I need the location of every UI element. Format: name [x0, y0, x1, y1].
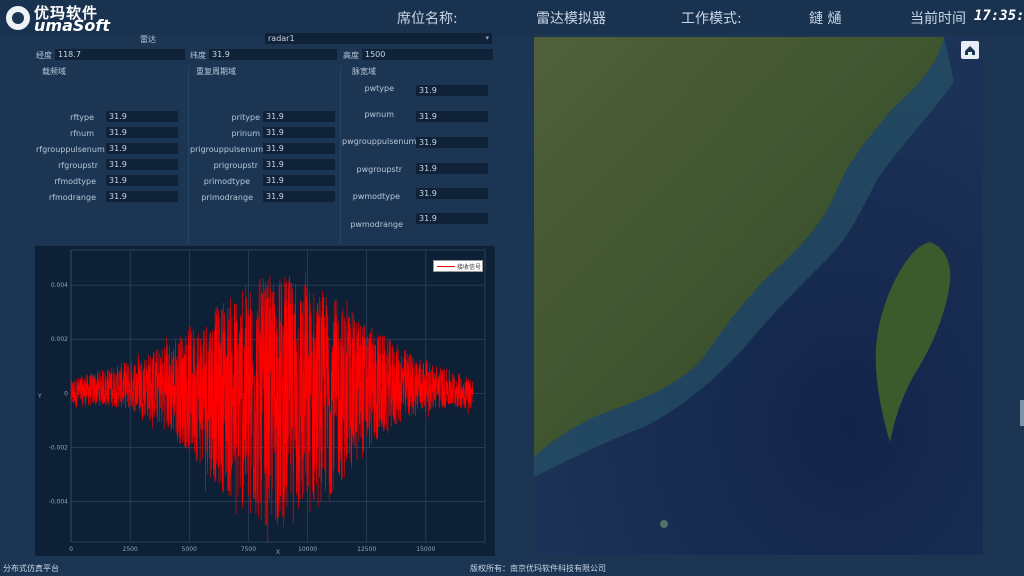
signal-chart-canvas: 0.004 0.002 0 -0.002 -0.004 0 2500 5000 7500 100…	[37, 249, 486, 556]
y-tick-label: 0	[64, 390, 68, 397]
pw-field-label: pwmodrange	[350, 220, 403, 229]
rf-field-label: rfnum	[69, 129, 94, 138]
rf-field-value[interactable]: 31.9	[106, 143, 178, 154]
map-imagery	[534, 37, 983, 555]
y-tick-label: -0.004	[49, 498, 69, 505]
x-tick-label: 2500	[123, 546, 138, 553]
pri-field-value[interactable]: 31.9	[263, 191, 335, 202]
radar-label: 雷达	[140, 35, 156, 44]
x-axis-label: X	[276, 549, 280, 556]
x-tick-label: 5000	[182, 546, 197, 553]
clock-display: 17:35:28	[974, 8, 1024, 24]
pw-field-label: pwtype	[364, 84, 395, 93]
x-tick-label: 12500	[357, 546, 376, 553]
radar-select-value: radar1	[268, 34, 295, 43]
pw-field-value[interactable]: 31.9	[416, 213, 488, 224]
longitude-label: 经度	[36, 51, 52, 60]
rf-field-label: rfmodtype	[54, 177, 96, 186]
logo-text-en: umaSoft	[34, 16, 110, 35]
mode-value: 鏈 熥	[809, 11, 842, 27]
pw-field-value[interactable]: 31.9	[416, 188, 488, 199]
rf-field-value[interactable]: 31.9	[106, 191, 178, 202]
rf-field-label: rftype	[70, 113, 94, 122]
pw-field-label: pwgroupstr	[356, 165, 402, 174]
pw-group-title: 脉宽域	[352, 67, 376, 76]
y-tick-label: 0.004	[51, 282, 68, 289]
rf-group-title: 载频域	[42, 67, 66, 76]
rf-field-value[interactable]: 31.9	[106, 127, 178, 138]
chart-legend: 接收信号	[433, 260, 483, 272]
pri-field-label: prinum	[231, 129, 260, 138]
x-tick-label: 7500	[241, 546, 256, 553]
rf-field-label: rfgrouppulsenum	[36, 145, 105, 154]
mode-label: 工作模式:	[681, 11, 742, 27]
signal-chart: 0.004 0.002 0 -0.002 -0.004 0 2500 5000 7500 100…	[35, 246, 495, 556]
longitude-field[interactable]: 118.7	[55, 49, 185, 60]
pw-field-value[interactable]: 31.9	[416, 163, 488, 174]
pw-field-value[interactable]: 31.9	[416, 137, 488, 148]
group-divider	[340, 66, 341, 244]
home-glyph	[965, 46, 975, 55]
rf-field-value[interactable]: 31.9	[106, 175, 178, 186]
rf-field-label: rfmodrange	[48, 193, 96, 202]
y-axis-label: Y	[37, 393, 42, 400]
pw-field-value[interactable]: 31.9	[416, 85, 488, 96]
time-label: 当前时间	[910, 11, 966, 27]
y-tick-label: -0.002	[49, 444, 69, 451]
side-panel-handle[interactable]	[1020, 400, 1024, 426]
pri-field-label: primodtype	[203, 177, 250, 186]
pw-field-label: pwmodtype	[352, 192, 400, 201]
legend-series-name: 接收信号	[457, 264, 482, 271]
radar-select[interactable]: radar1 ▾	[265, 33, 492, 44]
company-logo: 优玛软件 umaSoft	[4, 2, 114, 35]
chevron-down-icon: ▾	[485, 34, 489, 42]
seat-label: 席位名称:	[397, 11, 458, 27]
pri-field-label: prigrouppulsenum	[190, 145, 264, 154]
small-island	[660, 520, 668, 528]
footer-copyright: 版权所有：南京优玛软件科技有限公司	[470, 564, 606, 573]
pw-field-value[interactable]: 31.9	[416, 111, 488, 122]
x-tick-label: 10000	[298, 546, 317, 553]
rf-field-label: rfgroupstr	[58, 161, 98, 170]
x-tick-label: 0	[69, 546, 73, 553]
seat-value: 雷达模拟器	[536, 11, 606, 27]
pri-field-label: pritype	[231, 113, 260, 122]
pri-field-value[interactable]: 31.9	[263, 143, 335, 154]
x-axis-ticks: 0 2500 5000 7500 10000 12500 15000	[69, 546, 435, 553]
footer-platform-name: 分布式仿真平台	[3, 564, 59, 573]
pri-field-value[interactable]: 31.9	[263, 159, 335, 170]
legend-swatch	[437, 266, 455, 267]
pri-field-label: prigroupstr	[213, 161, 258, 170]
y-tick-label: 0.002	[51, 336, 68, 343]
altitude-field[interactable]: 1500	[362, 49, 493, 60]
top-bar: 优玛软件 umaSoft 席位名称: 雷达模拟器 工作模式: 鏈 熥 当前时间 …	[0, 0, 1024, 35]
satellite-map[interactable]	[534, 37, 983, 555]
altitude-label: 高度	[343, 51, 359, 60]
pw-field-label: pwgrouppulsenum	[342, 137, 417, 146]
pri-field-value[interactable]: 31.9	[263, 111, 335, 122]
group-divider	[188, 66, 189, 244]
rf-field-value[interactable]: 31.9	[106, 159, 178, 170]
rf-field-value[interactable]: 31.9	[106, 111, 178, 122]
y-axis-ticks: 0.004 0.002 0 -0.002 -0.004	[49, 282, 69, 505]
x-tick-label: 15000	[416, 546, 435, 553]
pri-field-label: primodrange	[201, 193, 253, 202]
pri-field-value[interactable]: 31.9	[263, 127, 335, 138]
home-icon[interactable]	[961, 41, 979, 59]
pri-group-title: 重复周期域	[196, 67, 236, 76]
logo-badge-icon	[6, 6, 30, 30]
latitude-label: 纬度	[190, 51, 206, 60]
latitude-field[interactable]: 31.9	[209, 49, 337, 60]
pw-field-label: pwnum	[364, 110, 394, 119]
pri-field-value[interactable]: 31.9	[263, 175, 335, 186]
